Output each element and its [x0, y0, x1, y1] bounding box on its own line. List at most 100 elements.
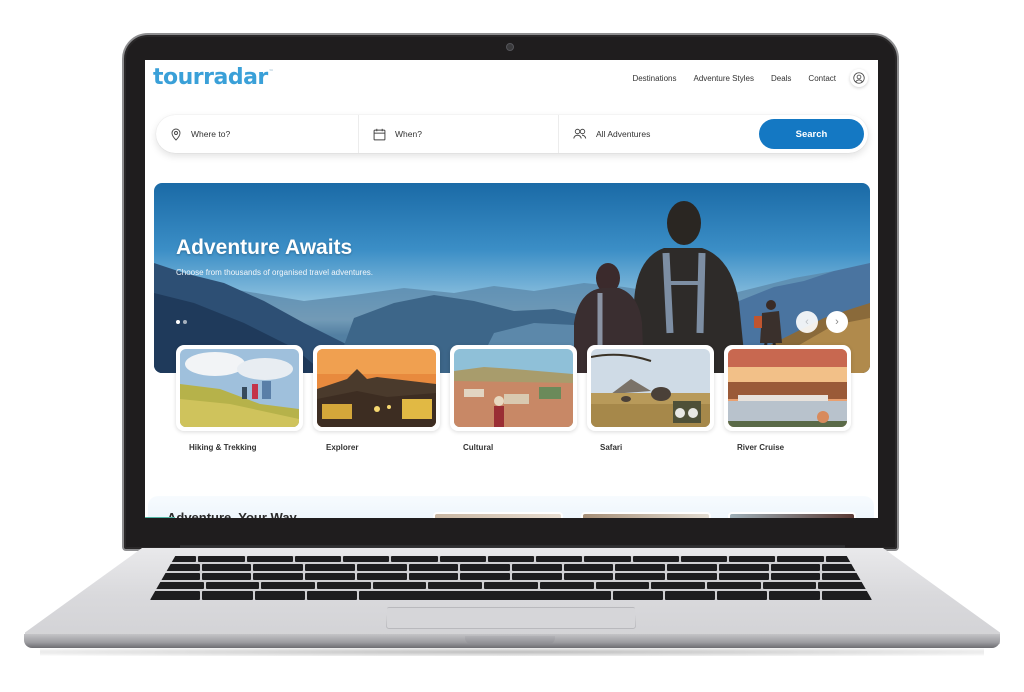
adventure-your-way-section: Adventure, Your Way: [148, 496, 874, 518]
keyboard-key: [201, 564, 252, 571]
section-card-1[interactable]: [433, 512, 563, 518]
category-card-river-cruise[interactable]: River Cruise: [724, 345, 851, 452]
keyboard-key: [651, 582, 705, 589]
keyboard-key: [356, 564, 407, 571]
keyboard: [150, 556, 872, 600]
category-image-explorer: [317, 349, 436, 427]
keyboard-key: [667, 564, 717, 571]
trademark: ™: [268, 69, 274, 75]
keyboard-key: [317, 582, 371, 589]
slide-dot-2[interactable]: [183, 320, 187, 324]
keyboard-key: [718, 573, 769, 580]
hero-subtitle: Choose from thousands of organised trave…: [176, 268, 374, 277]
account-button[interactable]: [850, 69, 868, 87]
keyboard-key: [821, 591, 872, 600]
keyboard-key: [487, 556, 535, 562]
keyboard-key: [428, 582, 483, 589]
keyboard-key: [202, 591, 253, 600]
keyboard-key: [408, 573, 459, 580]
section-card-2[interactable]: [581, 512, 711, 518]
when-field[interactable]: When?: [358, 115, 558, 153]
adventure-type-field[interactable]: All Adventures: [558, 115, 759, 153]
keyboard-key: [306, 591, 358, 600]
keyboard-key: [563, 564, 614, 571]
hero-title: Adventure Awaits: [176, 236, 353, 259]
keyboard-key: [595, 582, 650, 589]
keyboard-key: [305, 573, 355, 580]
nav-contact[interactable]: Contact: [808, 74, 836, 83]
keyboard-key: [769, 591, 820, 600]
adventure-type-value: All Adventures: [596, 129, 651, 139]
search-bar: Where to? When? All Adventures Search: [156, 115, 868, 153]
calendar-icon: [373, 128, 386, 140]
keyboard-key: [253, 573, 304, 580]
keyboard-key: [356, 573, 407, 580]
map-pin-icon: [171, 128, 181, 141]
keyboard-key: [253, 564, 304, 571]
keyboard-key: [762, 582, 817, 589]
keyboard-key: [305, 564, 355, 571]
keyboard-key: [408, 564, 459, 571]
keyboard-key: [205, 582, 260, 589]
category-card-safari[interactable]: Safari: [587, 345, 714, 452]
keyboard-key: [632, 556, 679, 562]
keyboard-key: [615, 564, 666, 571]
keyboard-key: [777, 556, 824, 562]
slide-indicators: [176, 320, 187, 324]
category-image-river-cruise: [728, 349, 847, 427]
keyboard-key: [717, 591, 768, 600]
keyboard-key: [372, 582, 427, 589]
category-label: Hiking & Trekking: [189, 443, 257, 452]
keyboard-key: [718, 564, 769, 571]
keyboard-key: [612, 591, 663, 600]
where-field[interactable]: Where to?: [156, 115, 358, 153]
keyboard-key: [512, 573, 562, 580]
category-label: Cultural: [463, 443, 494, 452]
tourradar-logo[interactable]: tourradar™: [153, 65, 274, 90]
keyboard-key: [539, 582, 594, 589]
keyboard-key: [729, 556, 776, 562]
category-label: River Cruise: [737, 443, 785, 452]
browser-screen: tourradar™ Destinations Adventure Styles…: [145, 60, 878, 518]
keyboard-key: [615, 573, 666, 580]
keyboard-key: [198, 556, 245, 562]
category-card-cultural[interactable]: Cultural: [450, 345, 577, 452]
keyboard-key: [261, 582, 316, 589]
adventure-categories: Hiking & Trekking Explorer Cultural Safa…: [176, 345, 851, 452]
category-card-hiking[interactable]: Hiking & Trekking: [176, 345, 303, 452]
prev-slide-button[interactable]: ‹: [796, 311, 818, 333]
where-placeholder: Where to?: [191, 129, 231, 139]
keyboard-key: [294, 556, 342, 562]
keyboard-key: [563, 573, 614, 580]
keyboard-key: [246, 556, 293, 562]
category-image-safari: [591, 349, 710, 427]
laptop-shadow: [40, 648, 984, 656]
keyboard-key: [150, 591, 201, 600]
keyboard-key: [484, 582, 538, 589]
nav-adventure-styles[interactable]: Adventure Styles: [693, 74, 753, 83]
search-button[interactable]: Search: [759, 119, 864, 149]
keyboard-key: [201, 573, 252, 580]
nav-destinations[interactable]: Destinations: [632, 74, 676, 83]
category-card-explorer[interactable]: Explorer: [313, 345, 440, 452]
keyboard-key: [536, 556, 583, 562]
user-circle-icon: [853, 72, 865, 84]
keyboard-key: [439, 556, 486, 562]
slide-dot-1[interactable]: [176, 320, 180, 324]
nav-deals[interactable]: Deals: [771, 74, 791, 83]
keyboard-key: [460, 564, 511, 571]
keyboard-key: [343, 556, 390, 562]
accent-bar: [145, 517, 175, 518]
keyboard-key: [706, 582, 761, 589]
section-card-3[interactable]: [728, 512, 856, 518]
chevron-left-icon: ‹: [805, 316, 809, 328]
lid-notch: [465, 636, 555, 644]
main-nav: Destinations Adventure Styles Deals Cont…: [632, 69, 868, 87]
category-label: Safari: [600, 443, 623, 452]
keyboard-key: [584, 556, 631, 562]
category-image-cultural: [454, 349, 573, 427]
next-slide-button[interactable]: ›: [826, 311, 848, 333]
chevron-right-icon: ›: [835, 316, 839, 328]
keyboard-key: [770, 573, 821, 580]
trackpad: [386, 607, 636, 629]
